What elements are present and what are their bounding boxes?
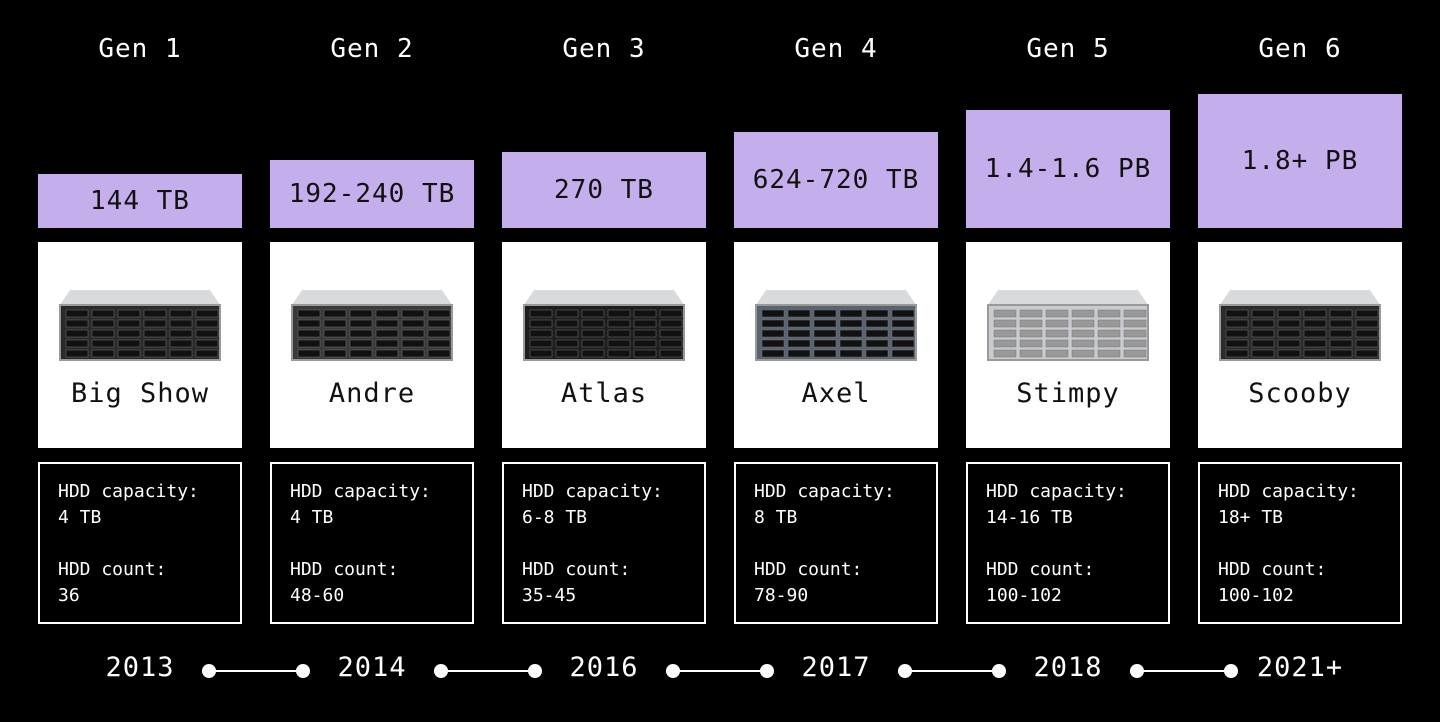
spec-box: HDD capacity: 4 TB HDD count: 48-60 — [270, 462, 474, 624]
hdd-count-value: 35-45 — [522, 585, 577, 606]
hdd-count-value: 78-90 — [754, 585, 809, 606]
server-chassis-image — [59, 290, 221, 361]
server-card: Big Show — [38, 242, 242, 448]
server-name: Axel — [801, 378, 871, 409]
server-chassis-image — [291, 290, 453, 361]
timeline-dot — [1130, 664, 1144, 678]
server-chassis-image — [523, 290, 685, 361]
hdd-count-value: 48-60 — [290, 585, 345, 606]
generation-label: Gen 6 — [1258, 34, 1342, 64]
hdd-count-value: 100-102 — [986, 585, 1062, 606]
server-name: Scooby — [1248, 378, 1352, 409]
generation-column: Gen 5 1.4-1.6 PB Stimpy HDD capacity: 14-16 … — [966, 0, 1170, 722]
hdd-count-value: 36 — [58, 585, 80, 606]
hdd-capacity-value: 18+ TB — [1218, 507, 1284, 528]
year-label: 2021+ — [1256, 652, 1344, 683]
hdd-capacity-value: 4 TB — [58, 507, 102, 528]
hdd-count-label: HDD count: — [1218, 559, 1327, 580]
capacity-badge: 624-720 TB — [734, 132, 938, 228]
server-card: Stimpy — [966, 242, 1170, 448]
hdd-count-label: HDD count: — [58, 559, 167, 580]
server-card: Axel — [734, 242, 938, 448]
timeline-dot — [202, 664, 216, 678]
hdd-capacity-value: 8 TB — [754, 507, 798, 528]
capacity-badge: 1.4-1.6 PB — [966, 110, 1170, 228]
spec-box: HDD capacity: 14-16 TB HDD count: 100-102 — [966, 462, 1170, 624]
hdd-capacity-label: HDD capacity: — [290, 481, 431, 502]
server-name: Atlas — [560, 378, 648, 409]
hdd-capacity-value: 14-16 TB — [986, 507, 1073, 528]
generation-label: Gen 1 — [98, 34, 182, 64]
timeline-dot — [666, 664, 680, 678]
hdd-capacity-label: HDD capacity: — [58, 481, 199, 502]
timeline-dot — [898, 664, 912, 678]
generation-column: Gen 3 270 TB Atlas HDD capacity: 6-8 TB HDD c… — [502, 0, 706, 722]
hdd-capacity-label: HDD capacity: — [522, 481, 663, 502]
hdd-capacity-label: HDD capacity: — [986, 481, 1127, 502]
capacity-badge: 270 TB — [502, 152, 706, 228]
generation-column: Gen 1 144 TB Big Show HDD capacity: 4 TB HDD … — [38, 0, 242, 722]
hdd-capacity-label: HDD capacity: — [1218, 481, 1359, 502]
generation-column: Gen 4 624-720 TB Axel HDD capacity: 8 TB HDD … — [734, 0, 938, 722]
capacity-badge: 192-240 TB — [270, 160, 474, 228]
hdd-capacity-value: 4 TB — [290, 507, 334, 528]
hdd-count-label: HDD count: — [290, 559, 399, 580]
generation-label: Gen 4 — [794, 34, 878, 64]
hdd-count-label: HDD count: — [522, 559, 631, 580]
server-card: Scooby — [1198, 242, 1402, 448]
server-chassis-image — [987, 290, 1149, 361]
server-card: Atlas — [502, 242, 706, 448]
spec-box: HDD capacity: 8 TB HDD count: 78-90 — [734, 462, 938, 624]
capacity-badge: 144 TB — [38, 174, 242, 228]
hdd-count-label: HDD count: — [754, 559, 863, 580]
generation-label: Gen 2 — [330, 34, 414, 64]
hdd-capacity-value: 6-8 TB — [522, 507, 588, 528]
generation-label: Gen 5 — [1026, 34, 1110, 64]
server-chassis-image — [755, 290, 917, 361]
spec-box: HDD capacity: 18+ TB HDD count: 100-102 — [1198, 462, 1402, 624]
generation-column: Gen 2 192-240 TB Andre HDD capacity: 4 TB HDD… — [270, 0, 474, 722]
server-name: Stimpy — [1016, 378, 1120, 409]
server-name: Big Show — [70, 378, 210, 409]
capacity-badge: 1.8+ PB — [1198, 94, 1402, 228]
server-card: Andre — [270, 242, 474, 448]
hdd-count-value: 100-102 — [1218, 585, 1294, 606]
hdd-capacity-label: HDD capacity: — [754, 481, 895, 502]
spec-box: HDD capacity: 4 TB HDD count: 36 — [38, 462, 242, 624]
generation-column: Gen 6 1.8+ PB Scooby HDD capacity: 18+ TB HDD… — [1198, 0, 1402, 722]
timeline-dot — [434, 664, 448, 678]
generation-label: Gen 3 — [562, 34, 646, 64]
hdd-count-label: HDD count: — [986, 559, 1095, 580]
spec-box: HDD capacity: 6-8 TB HDD count: 35-45 — [502, 462, 706, 624]
server-chassis-image — [1219, 290, 1381, 361]
server-name: Andre — [328, 378, 416, 409]
